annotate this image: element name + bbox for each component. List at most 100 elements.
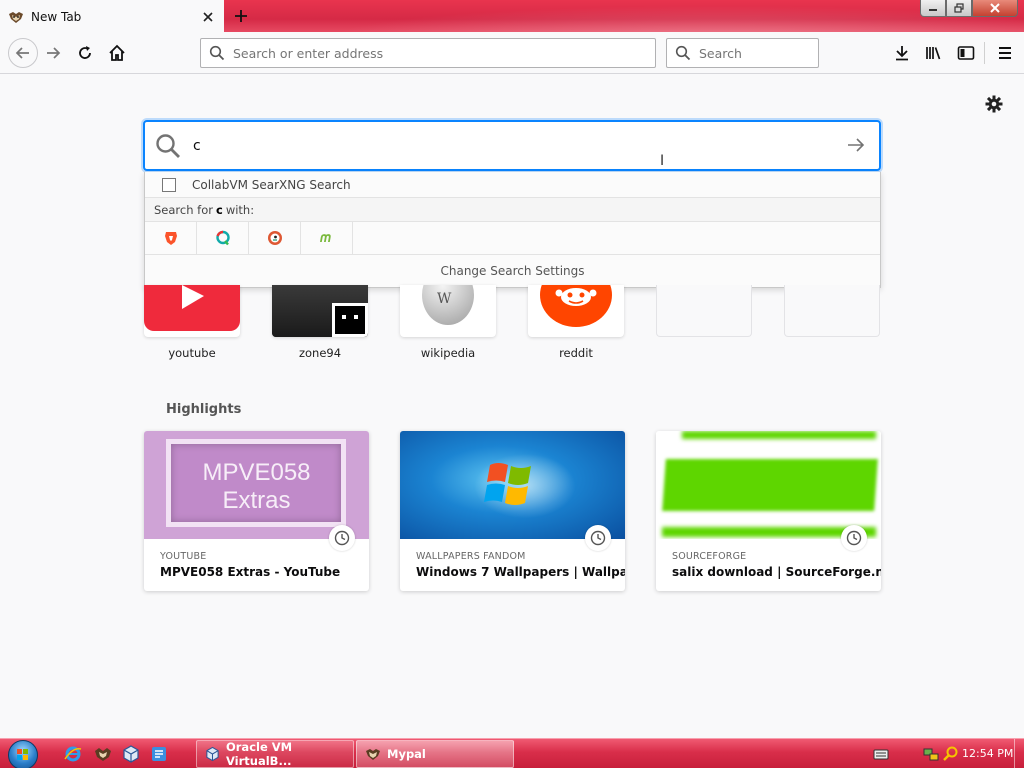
library-button[interactable] — [922, 41, 946, 65]
close-tab-icon[interactable] — [200, 9, 216, 25]
home-button[interactable] — [105, 41, 129, 65]
search-for-prefix: Search for — [154, 202, 213, 217]
nav-toolbar — [0, 32, 1024, 74]
thumb-text-line2: Extras — [222, 487, 291, 514]
show-desktop-button[interactable] — [1014, 739, 1024, 768]
tab-title: New Tab — [31, 9, 82, 24]
search-icon — [209, 45, 225, 61]
minimize-button[interactable] — [920, 0, 946, 17]
clock-icon — [329, 525, 355, 551]
library-icon — [926, 47, 941, 60]
forward-arrow-icon — [47, 47, 61, 59]
virtualbox-quicklaunch-icon[interactable] — [122, 745, 140, 763]
topsite-tile — [272, 285, 368, 337]
window-controls — [920, 0, 1018, 17]
taskbar-button-virtualbox[interactable]: Oracle VM VirtualB... — [196, 740, 354, 768]
newtab-search-box[interactable]: c — [143, 120, 881, 171]
highlight-card-wallpapers[interactable]: WALLPAPERS FANDOM Windows 7 Wallpapers |… — [400, 431, 625, 591]
restore-button[interactable] — [946, 0, 972, 17]
taskbar-button-label: Oracle VM VirtualB... — [225, 740, 293, 768]
hamburger-menu-icon — [999, 47, 1011, 59]
toolbar-separator — [984, 42, 985, 64]
engine-mojeek-button[interactable] — [301, 221, 353, 255]
search-suggestions-dropdown: CollabVM SearXNG Search Search for c wit… — [144, 172, 881, 288]
explorer-quicklaunch-icon[interactable] — [150, 745, 168, 763]
forward-button[interactable] — [41, 41, 65, 65]
start-button[interactable] — [8, 740, 38, 768]
reddit-alien-icon — [555, 288, 597, 306]
home-icon — [109, 44, 125, 61]
text-cursor-icon: I — [660, 153, 665, 169]
topsite-reddit[interactable]: reddit — [528, 285, 624, 360]
search-go-arrow-icon[interactable] — [847, 136, 865, 154]
topsite-wikipedia[interactable]: W wikipedia — [400, 285, 496, 360]
gear-icon[interactable] — [984, 94, 1004, 114]
play-icon — [182, 285, 204, 309]
address-bar[interactable] — [200, 38, 656, 68]
wikipedia-glyph: W — [437, 291, 452, 307]
topsite-empty[interactable] — [784, 285, 880, 346]
virtualbox-icon — [206, 746, 219, 762]
brave-icon — [164, 232, 177, 245]
mypal-icon — [366, 749, 380, 760]
topsite-label: wikipedia — [420, 346, 476, 360]
newtab-search-value[interactable]: c — [193, 138, 201, 154]
suggestion-item[interactable]: CollabVM SearXNG Search — [145, 172, 880, 198]
highlight-source: YOUTUBE — [160, 551, 207, 562]
highlight-card-youtube[interactable]: MPVE058 Extras YOUTUBE MPVE058 Extras - … — [144, 431, 369, 591]
clock-icon — [841, 525, 867, 551]
highlight-card-sourceforge[interactable]: SOURCEFORGE salix download | SourceForge… — [656, 431, 881, 591]
internet-explorer-icon[interactable] — [64, 745, 82, 763]
highlight-title: Windows 7 Wallpapers | Wallpap... — [416, 565, 625, 579]
tab-new-tab[interactable]: New Tab — [0, 0, 224, 33]
windows-start-icon — [17, 749, 28, 760]
clock-icon — [585, 525, 611, 551]
change-search-settings-button[interactable]: Change Search Settings — [145, 255, 880, 287]
topsite-label: reddit — [559, 346, 593, 360]
minimize-icon — [929, 9, 937, 11]
thumb-text-line1: MPVE058 — [202, 459, 311, 486]
search-for-suffix: with: — [225, 202, 255, 217]
keyboard-tray-icon[interactable] — [872, 745, 890, 763]
search-input[interactable] — [699, 45, 809, 61]
menu-button[interactable] — [993, 41, 1017, 65]
highlight-title: MPVE058 Extras - YouTube — [160, 565, 341, 579]
new-tab-button[interactable] — [230, 6, 252, 26]
topsite-zone94[interactable]: zone94 — [272, 285, 368, 360]
taskbar-clock[interactable]: 12:54 PM — [962, 747, 1013, 760]
taskbar: Oracle VM VirtualB... Mypal 12:54 PM — [0, 738, 1024, 768]
highlight-source: SOURCEFORGE — [672, 551, 747, 562]
checkbox-icon — [162, 177, 176, 192]
highlight-thumbnail: MPVE058 Extras — [144, 431, 369, 539]
window-close-button[interactable] — [972, 0, 1018, 17]
reload-button[interactable] — [73, 41, 97, 65]
highlight-title: salix download | SourceForge.net — [672, 565, 881, 579]
topsite-youtube[interactable]: youtube — [144, 285, 240, 360]
search-icon — [156, 133, 180, 158]
network-tray-icon[interactable] — [922, 745, 940, 763]
mypal-quicklaunch-icon[interactable] — [94, 745, 112, 763]
search-tray-icon[interactable] — [942, 745, 960, 763]
taskbar-button-mypal[interactable]: Mypal — [356, 740, 514, 768]
download-icon — [896, 46, 908, 61]
topsite-tile — [784, 285, 880, 337]
reload-icon — [79, 46, 91, 59]
highlight-source: WALLPAPERS FANDOM — [416, 551, 526, 562]
sidebar-button[interactable] — [954, 41, 978, 65]
mojeek-icon — [319, 234, 331, 242]
duckduckgo-icon — [267, 231, 282, 245]
search-bar[interactable] — [666, 38, 819, 68]
sidebar-icon — [957, 46, 975, 60]
downloads-button[interactable] — [890, 41, 914, 65]
fox-favicon-icon — [9, 11, 23, 23]
search-for-header: Search for c with: — [145, 198, 880, 222]
back-button[interactable] — [8, 38, 38, 68]
topsite-label: zone94 — [298, 346, 342, 360]
topsite-empty[interactable] — [656, 285, 752, 346]
engine-brave-button[interactable] — [145, 221, 197, 255]
address-input[interactable] — [233, 45, 613, 61]
topsite-label: youtube — [168, 346, 216, 360]
engine-qwant-button[interactable] — [197, 221, 249, 255]
new-tab-page: c I CollabVM SearXNG Search Search for c… — [0, 75, 1024, 738]
engine-duckduckgo-button[interactable] — [249, 221, 301, 255]
